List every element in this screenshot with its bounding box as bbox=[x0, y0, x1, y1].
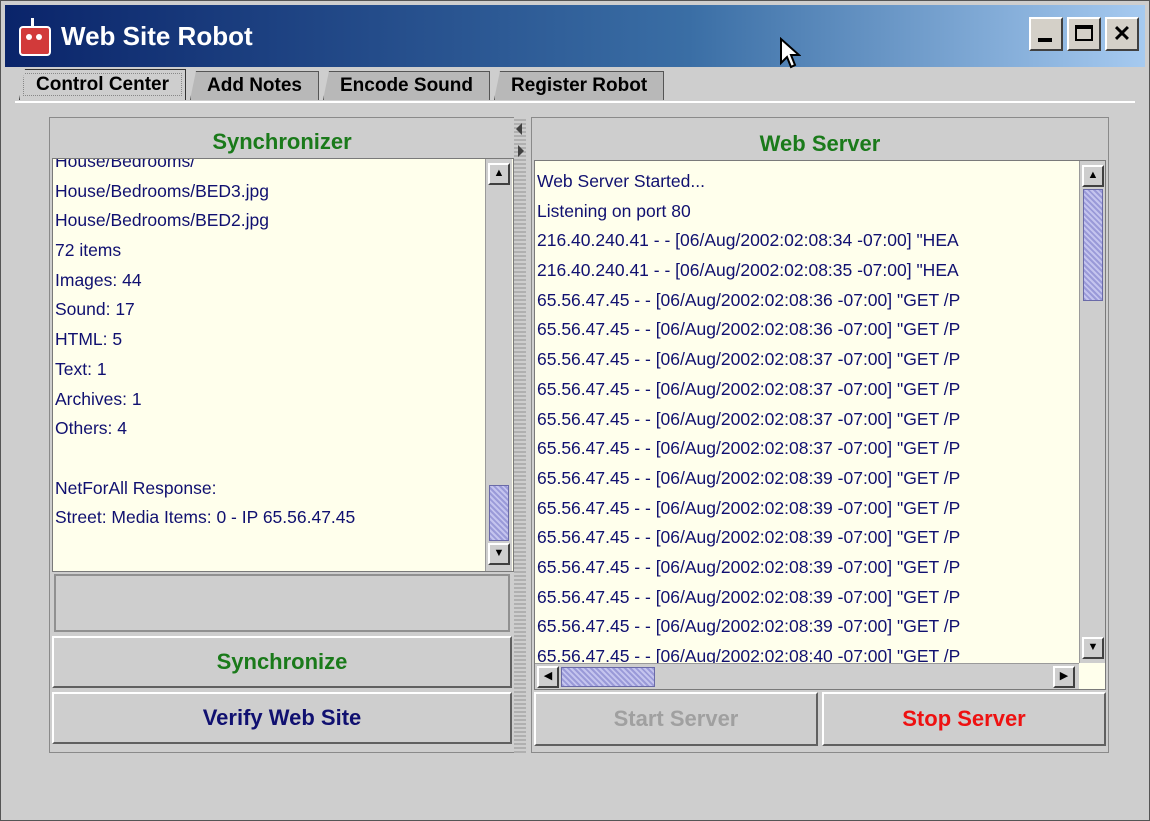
log-line: Listening on port 80 bbox=[537, 200, 691, 221]
tab-strip: Control Center Add Notes Encode Sound Re… bbox=[19, 69, 668, 101]
web-server-log[interactable]: Web Server Started... Listening on port 8… bbox=[534, 160, 1106, 690]
log-line: 216.40.240.41 - - [06/Aug/2002:02:08:34 … bbox=[537, 230, 959, 251]
synchronizer-title: Synchronizer bbox=[212, 129, 352, 154]
log-line: Sound: 17 bbox=[55, 299, 135, 320]
log-line: 216.40.240.41 - - [06/Aug/2002:02:08:35 … bbox=[537, 260, 959, 281]
log-line: Others: 4 bbox=[55, 418, 127, 439]
tab-add-notes[interactable]: Add Notes bbox=[190, 71, 319, 100]
scroll-left-icon[interactable]: ◀ bbox=[537, 666, 559, 688]
web-server-hscrollbar[interactable]: ◀ ▶ bbox=[535, 663, 1079, 689]
collapse-left-icon[interactable] bbox=[516, 123, 522, 135]
web-server-vscrollbar[interactable]: ▲ ▼ bbox=[1079, 161, 1105, 663]
scroll-right-icon[interactable]: ▶ bbox=[1053, 666, 1075, 688]
log-line: 65.56.47.45 - - [06/Aug/2002:02:08:39 -0… bbox=[537, 527, 961, 548]
log-line: 65.56.47.45 - - [06/Aug/2002:02:08:39 -0… bbox=[537, 556, 961, 577]
title-bar[interactable]: Web Site Robot ✕ bbox=[5, 5, 1145, 67]
scroll-up-icon[interactable]: ▲ bbox=[488, 163, 510, 185]
log-line: 65.56.47.45 - - [06/Aug/2002:02:08:36 -0… bbox=[537, 319, 961, 340]
log-line: Archives: 1 bbox=[55, 388, 142, 409]
log-line: NetForAll Response: bbox=[55, 477, 217, 498]
close-icon: ✕ bbox=[1112, 21, 1132, 46]
log-line: Web Server Started... bbox=[537, 171, 705, 191]
start-server-button[interactable]: Start Server bbox=[534, 692, 818, 746]
log-line: House/Bedrooms/ bbox=[55, 158, 196, 171]
verify-web-site-button[interactable]: Verify Web Site bbox=[52, 692, 512, 744]
log-line: 65.56.47.45 - - [06/Aug/2002:02:08:39 -0… bbox=[537, 497, 961, 518]
synchronizer-status-field bbox=[54, 574, 510, 632]
web-server-hscroll-thumb[interactable] bbox=[561, 667, 655, 687]
tab-register-robot[interactable]: Register Robot bbox=[494, 71, 665, 100]
tab-panel-border bbox=[15, 101, 1135, 103]
close-button[interactable]: ✕ bbox=[1105, 17, 1139, 51]
log-line: 72 items bbox=[55, 240, 122, 261]
web-server-panel: Web Server Web Server Started... Listenin… bbox=[531, 117, 1109, 753]
scroll-down-icon[interactable]: ▼ bbox=[1082, 637, 1104, 659]
synchronizer-scroll-thumb[interactable] bbox=[489, 485, 509, 541]
log-line: 65.56.47.45 - - [06/Aug/2002:02:08:39 -0… bbox=[537, 616, 961, 637]
log-line: Images: 44 bbox=[55, 269, 142, 290]
synchronizer-vscrollbar[interactable]: ▲ ▼ bbox=[485, 159, 512, 571]
window-title: Web Site Robot bbox=[61, 20, 253, 51]
synchronizer-log[interactable]: House/Bedrooms/House/Bedrooms/BED3.jpg Ho… bbox=[52, 158, 514, 572]
log-line: 65.56.47.45 - - [06/Aug/2002:02:08:37 -0… bbox=[537, 408, 961, 429]
log-line: 65.56.47.45 - - [06/Aug/2002:02:08:37 -0… bbox=[537, 378, 961, 399]
log-line: 65.56.47.45 - - [06/Aug/2002:02:08:37 -0… bbox=[537, 349, 961, 370]
scroll-up-icon[interactable]: ▲ bbox=[1082, 165, 1104, 187]
tab-encode-sound[interactable]: Encode Sound bbox=[323, 71, 490, 100]
scroll-down-icon[interactable]: ▼ bbox=[488, 543, 510, 565]
synchronize-button[interactable]: Synchronize bbox=[52, 636, 512, 688]
log-line: Text: 1 bbox=[55, 358, 107, 379]
log-line: House/Bedrooms/BED3.jpg bbox=[55, 180, 269, 201]
log-line: 65.56.47.45 - - [06/Aug/2002:02:08:37 -0… bbox=[537, 438, 961, 459]
log-line: HTML: 5 bbox=[55, 329, 123, 350]
tab-control-center[interactable]: Control Center bbox=[19, 69, 186, 100]
log-line: 65.56.47.45 - - [06/Aug/2002:02:08:39 -0… bbox=[537, 467, 961, 488]
stop-server-button[interactable]: Stop Server bbox=[822, 692, 1106, 746]
web-server-vscroll-thumb[interactable] bbox=[1083, 189, 1103, 301]
log-line: Street: Media Items: 0 - IP 65.56.47.45 bbox=[55, 507, 356, 528]
log-line: 65.56.47.45 - - [06/Aug/2002:02:08:36 -0… bbox=[537, 289, 961, 310]
maximize-button[interactable] bbox=[1067, 17, 1101, 51]
app-window: Web Site Robot ✕ Control Center Add Note… bbox=[0, 0, 1150, 821]
log-line: 65.56.47.45 - - [06/Aug/2002:02:08:40 -0… bbox=[537, 646, 961, 663]
mouse-pointer-icon bbox=[780, 37, 801, 69]
collapse-right-icon[interactable] bbox=[518, 145, 524, 157]
robot-icon bbox=[15, 18, 51, 56]
split-divider[interactable] bbox=[514, 117, 526, 753]
synchronizer-panel: Synchronizer House/Bedrooms/House/Bedroo… bbox=[49, 117, 515, 753]
minimize-button[interactable] bbox=[1029, 17, 1063, 51]
log-line: 65.56.47.45 - - [06/Aug/2002:02:08:39 -0… bbox=[537, 586, 961, 607]
log-line: House/Bedrooms/BED2.jpg bbox=[55, 210, 269, 231]
